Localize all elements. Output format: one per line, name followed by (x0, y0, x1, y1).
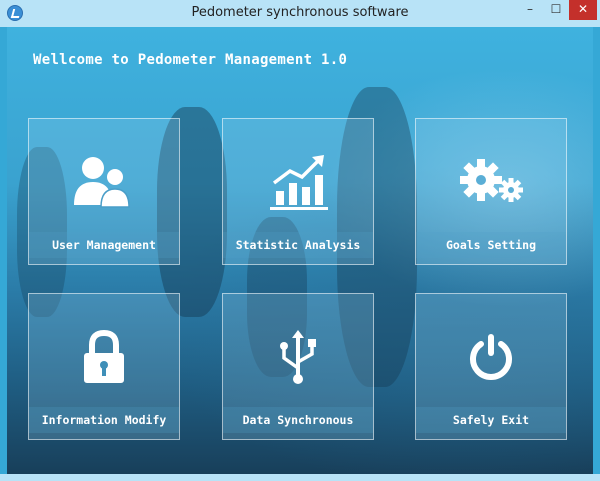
data-synchronous-tile[interactable]: Data Synchronous (222, 293, 374, 440)
welcome-heading: Wellcome to Pedometer Management 1.0 (33, 52, 348, 68)
maximize-button[interactable]: ☐ (544, 0, 568, 20)
tile-label-safely-exit: Safely Exit (416, 407, 566, 433)
users-icon (74, 157, 130, 208)
window-title: Pedometer synchronous software (191, 5, 409, 20)
tile-label-user-management: User Management (29, 232, 179, 258)
app-window: Pedometer synchronous software – ☐ ✕ Wel… (0, 0, 600, 481)
tile-label-statistic-analysis: Statistic Analysis (223, 232, 373, 258)
close-button[interactable]: ✕ (569, 0, 597, 20)
title-bar[interactable]: Pedometer synchronous software – ☐ ✕ (0, 0, 600, 27)
main-panel: Wellcome to Pedometer Management 1.0 Use… (7, 27, 593, 474)
minimize-button[interactable]: – (517, 0, 543, 20)
gears-icon (460, 159, 523, 202)
statistic-analysis-tile[interactable]: Statistic Analysis (222, 118, 374, 265)
power-icon (470, 334, 512, 380)
user-management-tile[interactable]: User Management (28, 118, 180, 265)
tile-label-goals-setting: Goals Setting (416, 232, 566, 258)
usb-icon (280, 330, 316, 384)
tile-label-information-modify: Information Modify (29, 407, 179, 433)
information-modify-tile[interactable]: Information Modify (28, 293, 180, 440)
window-bottom-border (0, 474, 600, 481)
goals-setting-tile[interactable]: Goals Setting (415, 118, 567, 265)
safely-exit-tile[interactable]: Safely Exit (415, 293, 567, 440)
tile-label-data-synchronous: Data Synchronous (223, 407, 373, 433)
lock-icon (84, 329, 124, 383)
bar-chart-icon (270, 155, 328, 210)
